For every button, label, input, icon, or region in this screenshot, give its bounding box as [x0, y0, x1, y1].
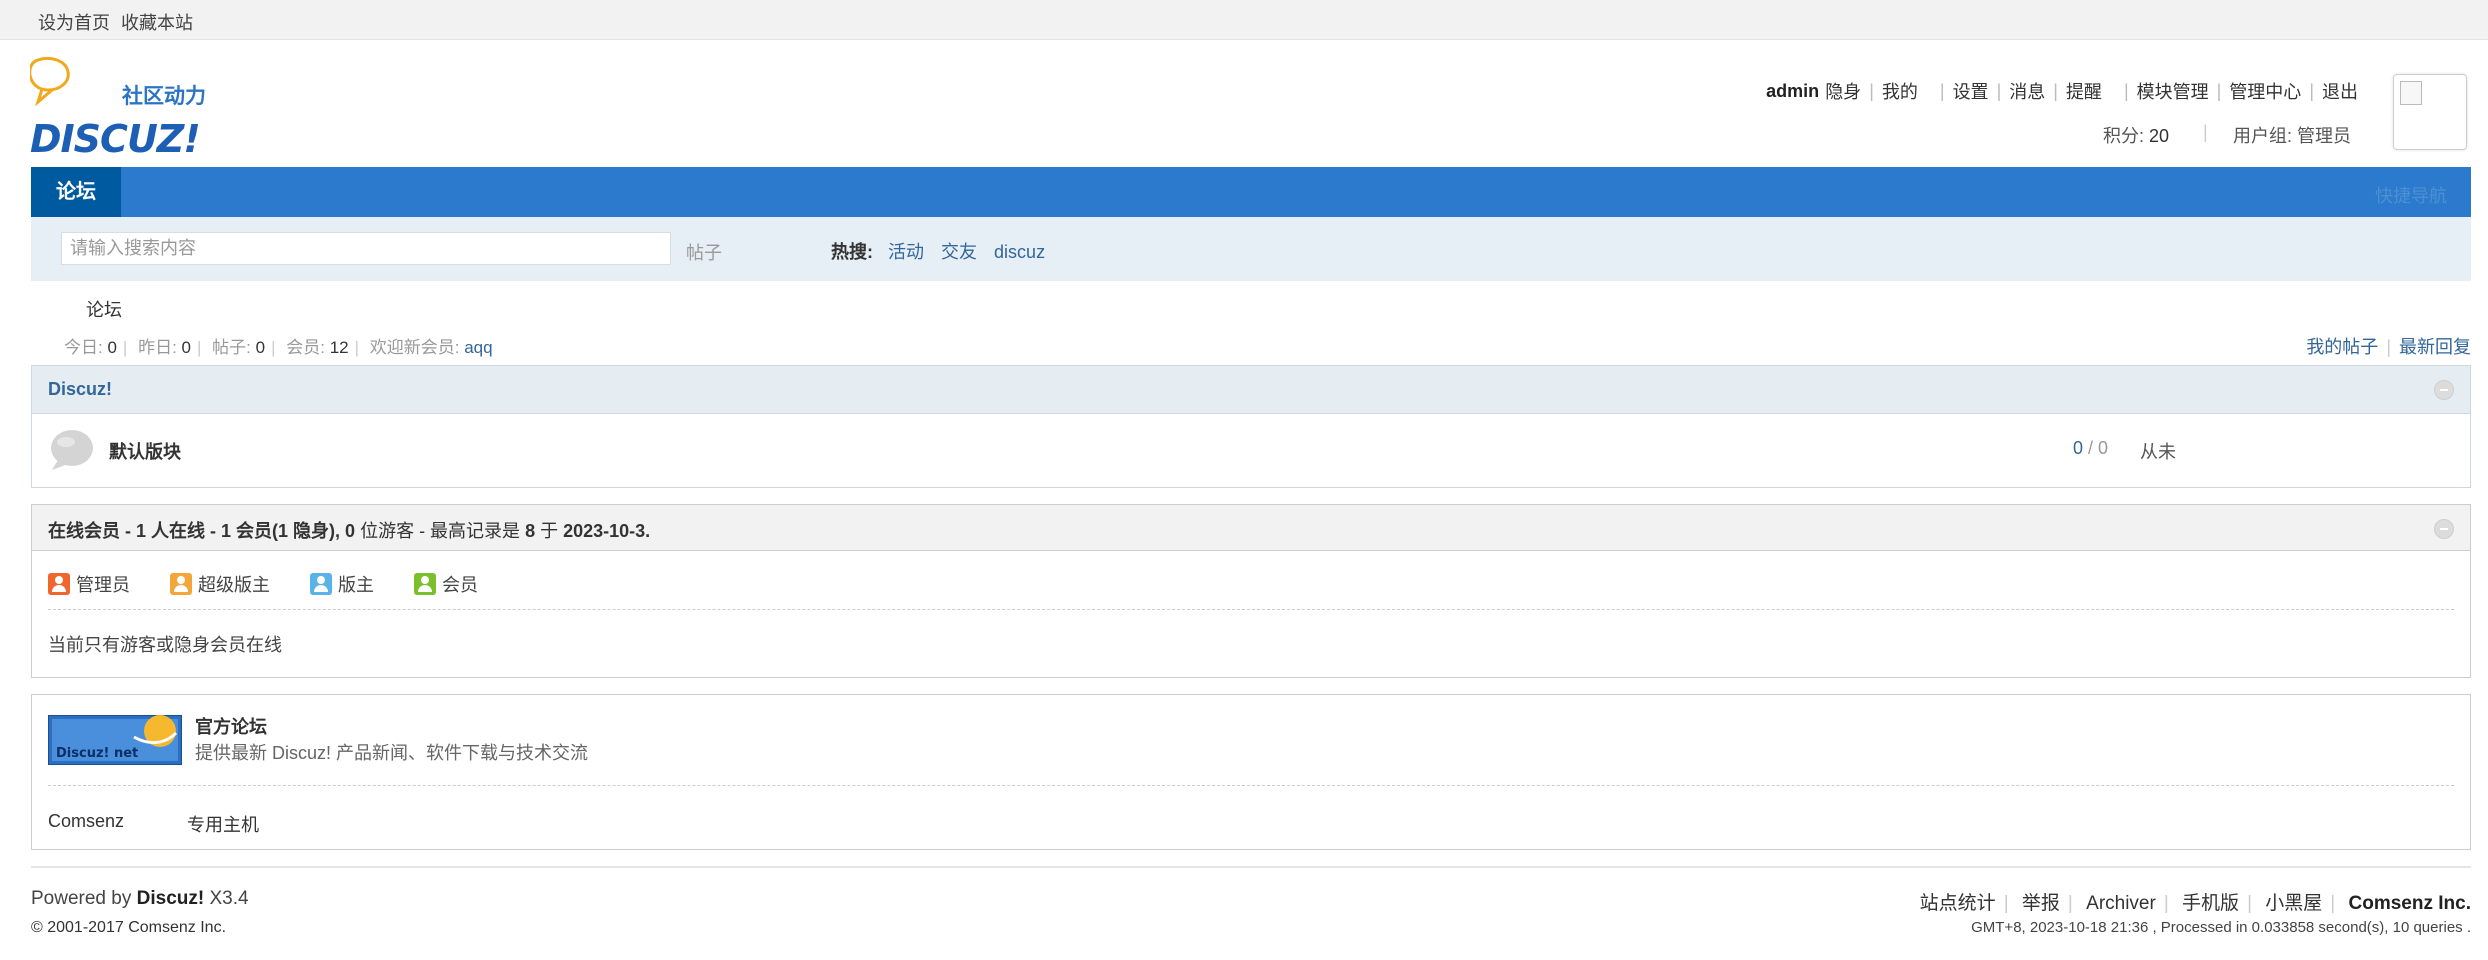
broken-image-icon	[2400, 81, 2422, 105]
legend-label: 版主	[338, 575, 374, 595]
usergroup-label: 用户组:	[2233, 126, 2298, 146]
report-link[interactable]: 举报	[2022, 893, 2060, 914]
blacklist-link[interactable]: 小黑屋	[2265, 893, 2322, 914]
hot-word-link[interactable]: discuz	[994, 242, 1045, 262]
discuz-net-banner[interactable]: Discuz! net	[48, 715, 182, 765]
messages-link[interactable]: 消息	[2009, 78, 2045, 104]
search-type-select[interactable]: 帖子	[686, 239, 722, 265]
divider	[48, 785, 2454, 786]
quick-nav-link[interactable]: 快捷导航	[2375, 182, 2447, 208]
discuz-logo-icon: 社区动力 DISCUZ!	[28, 57, 206, 161]
site-logo[interactable]: 社区动力 DISCUZ!	[28, 56, 230, 161]
official-forum-desc: 提供最新 Discuz! 产品新闻、软件下载与技术交流	[195, 743, 589, 763]
module-management-link[interactable]: 模块管理	[2137, 78, 2209, 104]
credits-info[interactable]: 积分: 20	[2103, 122, 2169, 148]
archiver-link[interactable]: Archiver	[2086, 893, 2156, 914]
category-title[interactable]: Discuz!	[48, 379, 112, 400]
hot-search: 热搜: 活动 交友 discuz	[831, 238, 1057, 264]
logout-link[interactable]: 退出	[2322, 78, 2358, 104]
bookmark-site-link[interactable]: 收藏本站	[121, 9, 193, 35]
my-posts-link[interactable]: 我的帖子	[2306, 337, 2378, 357]
settings-link[interactable]: 设置	[1953, 78, 1989, 104]
admin-center-link[interactable]: 管理中心	[2229, 78, 2301, 104]
moderator-user-icon	[310, 573, 332, 595]
site-stats-link[interactable]: 站点统计	[1920, 893, 1996, 914]
breadcrumb[interactable]: 论坛	[86, 296, 122, 322]
copyright: © 2001-2017 Comsenz Inc.	[31, 919, 227, 936]
admin-user-icon	[48, 573, 70, 595]
credits-label: 积分:	[2103, 126, 2150, 146]
search-input[interactable]	[61, 232, 671, 265]
user-info-divider: |	[2203, 122, 2208, 142]
online-note: 当前只有游客或隐身会员在线	[48, 635, 282, 655]
hot-word-link[interactable]: 活动	[888, 242, 924, 262]
hot-word-link[interactable]: 交友	[941, 242, 977, 262]
collapse-icon[interactable]	[2434, 519, 2454, 539]
online-title[interactable]: 在线会员 - 1 人在线 - 1 会员(1 隐身), 0 位游客 - 最高记录是…	[48, 517, 650, 543]
notifications-link[interactable]: 提醒	[2066, 78, 2102, 104]
discuz-link[interactable]: Discuz!	[137, 888, 205, 909]
forum-bubble-icon	[51, 430, 93, 470]
svg-text:Discuz! net: Discuz! net	[56, 746, 138, 761]
nav-tab-forum[interactable]: 论坛	[31, 167, 121, 217]
posts-count: 0	[255, 338, 266, 357]
main-nav: 论坛 快捷导航	[31, 167, 2471, 217]
divider	[48, 609, 2454, 610]
hot-search-label: 热搜:	[831, 242, 873, 262]
invisible-toggle[interactable]: 隐身	[1825, 78, 1861, 104]
member-user-icon	[414, 573, 436, 595]
newest-member-link[interactable]: aqq	[464, 338, 492, 357]
forum-counts: 0 / 0	[2073, 438, 2109, 458]
forum-stats: 今日: 0 | 昨日: 0 | 帖子: 0 | 会员: 12 | 欢迎新会员: aqq	[64, 338, 493, 357]
yesterday-count: 0	[181, 338, 191, 357]
search-bar: 帖子 热搜: 活动 交友 discuz	[31, 217, 2471, 281]
forum-category: Discuz! 默认版块 0 / 0 从未	[31, 365, 2471, 488]
forum-last-post: 从未	[2140, 442, 2176, 462]
logo-slogan: 社区动力	[121, 84, 206, 108]
forum-name[interactable]: 默认版块	[109, 438, 181, 464]
forum-row[interactable]: 默认版块 0 / 0 从未	[32, 414, 2470, 486]
official-forum-link[interactable]: 官方论坛	[195, 713, 267, 739]
logo-brand: DISCUZ!	[30, 117, 200, 160]
legend-label: 管理员	[76, 575, 130, 595]
latest-replies-link[interactable]: 最新回复	[2399, 337, 2471, 357]
dedicated-host-link[interactable]: 专用主机	[187, 811, 259, 837]
legend-label: 会员	[442, 575, 478, 595]
quick-links: 我的帖子 | 最新回复	[2306, 337, 2471, 357]
members-count: 12	[329, 338, 349, 357]
friend-links: Discuz! net 官方论坛 提供最新 Discuz! 产品新闻、软件下载与…	[31, 694, 2471, 850]
avatar[interactable]	[2393, 74, 2467, 150]
usergroup-info[interactable]: 用户组: 管理员	[2233, 122, 2351, 148]
user-group-legend: 管理员 超级版主 版主 会员	[48, 571, 518, 597]
comsenz-inc-link[interactable]: Comsenz Inc.	[2349, 893, 2471, 914]
top-bar: 设为首页 收藏本站	[0, 0, 2488, 40]
today-count: 0	[107, 338, 117, 357]
comsenz-link[interactable]: Comsenz	[48, 811, 124, 832]
footer-links: 站点统计 | 举报 | Archiver | 手机版 | 小黑屋 | Comsenz In…	[1919, 893, 2471, 914]
page-info: GMT+8, 2023-10-18 21:36 , Processed in 0…	[1971, 919, 2471, 936]
collapse-icon[interactable]	[2434, 380, 2454, 400]
super-moderator-user-icon	[170, 573, 192, 595]
usergroup-value: 管理员	[2297, 126, 2352, 146]
my-menu-link[interactable]: 我的	[1882, 78, 1918, 104]
user-menu: admin 隐身 | 我的 | 设置 | 消息 | 提醒 | 模块管理 | 管理…	[1766, 78, 2466, 104]
footer-divider	[31, 866, 2471, 868]
credits-value: 20	[2149, 126, 2170, 146]
online-members: 在线会员 - 1 人在线 - 1 会员(1 隐身), 0 位游客 - 最高记录是…	[31, 504, 2471, 678]
set-homepage-link[interactable]: 设为首页	[38, 9, 110, 35]
powered-by: Powered by Discuz! X3.4	[31, 888, 249, 909]
username-link[interactable]: admin	[1766, 81, 1819, 102]
legend-label: 超级版主	[198, 575, 270, 595]
mobile-link[interactable]: 手机版	[2182, 893, 2239, 914]
